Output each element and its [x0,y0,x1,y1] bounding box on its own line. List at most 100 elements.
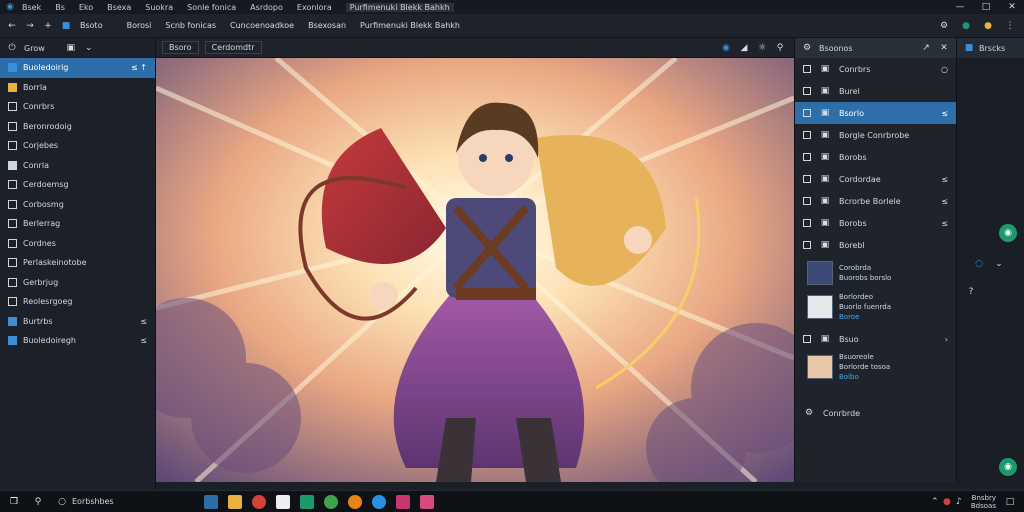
property-item[interactable]: ▣ Borebl [795,234,956,256]
more-icon[interactable]: ⋮ [1004,20,1016,32]
layer-actions[interactable]: ≤ [140,317,147,326]
property-item[interactable]: ▣ Burel [795,80,956,102]
file-explorer-icon[interactable] [228,494,242,509]
menu-item-3[interactable]: Bsexa [107,3,131,12]
taskbar-search-text[interactable]: Eorbshbes [72,497,192,506]
layer-item[interactable]: Berlerrag [0,214,155,234]
rp-footer[interactable]: ⚙ Conrbrde [795,402,956,424]
checkbox[interactable] [803,335,811,343]
layer-item[interactable]: Reolesrgoeg [0,292,155,312]
layer-item[interactable]: Cordnes [0,234,155,254]
app-icon-2[interactable] [276,494,290,509]
checkbox[interactable] [803,87,811,95]
layer-actions[interactable]: ≤ ↑ [131,63,147,72]
checkbox[interactable] [803,131,811,139]
layer-item[interactable]: Corbosmg [0,195,155,215]
checkbox[interactable] [803,241,811,249]
checkbox[interactable] [803,219,811,227]
chevron-down-icon[interactable]: ⌄ [993,258,1005,270]
layer-item[interactable]: Cerdoemsg [0,175,155,195]
toolbar-label-5[interactable]: Purfimenuki Blekk Bahkh [360,21,460,30]
profile-icon[interactable]: ● [982,20,994,32]
property-action[interactable]: ≤ [941,197,948,206]
property-item[interactable]: ▣ Bsorlo ≤ [795,102,956,124]
thumbnail-item[interactable]: Corobrda Buorobs borslo [795,256,956,290]
layer-item[interactable]: Buoledoirig ≤ ↑ [0,58,155,78]
checkbox[interactable] [803,153,811,161]
search-icon[interactable]: ⚲ [32,496,44,508]
browser-icon[interactable] [252,494,266,509]
forward-arrow-icon[interactable]: → [24,20,36,32]
network-icon[interactable]: ● [941,496,953,508]
menu-item-0[interactable]: Bsek [22,3,41,12]
layer-item[interactable]: Corjebes [0,136,155,156]
menu-item-4[interactable]: Suokra [145,3,173,12]
checkbox[interactable] [803,109,811,117]
image-canvas[interactable] [156,58,794,482]
layer-item[interactable]: Borrla [0,78,155,98]
firefox-icon[interactable] [348,494,362,509]
power-icon[interactable]: ⏻ [6,42,18,54]
property-item[interactable]: ▣ Cordordae ≤ [795,168,956,190]
property-item[interactable]: ▣ Borobs [795,146,956,168]
thumbnail-item[interactable]: Borlordeo Buorlo fuenrda Boroe [795,290,956,324]
layer-actions[interactable]: ≤ [140,336,147,345]
help-icon[interactable]: ? [965,286,977,298]
cube-icon[interactable]: ◢ [738,42,750,54]
chevron-down-icon[interactable]: ⌄ [83,42,95,54]
rp-lower-right[interactable]: › [945,335,948,344]
edge-icon[interactable] [372,494,386,509]
add-icon[interactable]: + [42,20,54,32]
menu-item-8[interactable]: Purfimenuki Blekk Bahkh [345,2,454,12]
image-icon[interactable]: ▣ [65,42,77,54]
toolbar-label-0[interactable]: Bsoto [80,21,103,30]
toolbar-label-4[interactable]: Bsexosan [308,21,346,30]
cortana-icon[interactable]: ○ [56,496,68,508]
property-item[interactable]: ▣ Bcrorbe Borlele ≤ [795,190,956,212]
layer-item[interactable]: Buoledoiregh ≤ [0,331,155,351]
menu-item-5[interactable]: Sonle fonica [187,3,236,12]
panel-close-icon[interactable]: ✕ [938,42,950,54]
rp-lower-item[interactable]: ▣ Bsuo › [795,328,956,350]
close-icon[interactable]: ✕ [1006,1,1018,13]
checkbox[interactable] [803,65,811,73]
color-icon[interactable]: ◉ [720,42,732,54]
volume-icon[interactable]: ♪ [953,496,965,508]
folder-icon[interactable]: ■ [60,20,72,32]
sync-icon[interactable]: ● [960,20,972,32]
menu-item-1[interactable]: Bs [55,3,65,12]
app-icon-5[interactable] [420,494,434,509]
minimize-icon[interactable]: — [954,1,966,13]
assistant-button[interactable]: ◉ [999,224,1017,242]
maximize-icon[interactable]: □ [980,1,992,13]
rp-person-item[interactable]: Bsuoreole Borlorde tosoa Bolbo [795,350,956,384]
back-arrow-icon[interactable]: ← [6,20,18,32]
checkbox[interactable] [803,175,811,183]
notification-icon[interactable]: □ [1004,496,1016,508]
layer-item[interactable]: Burtrbs ≤ [0,312,155,332]
pin-icon[interactable]: ↗ [920,42,932,54]
windows-start-icon[interactable]: ❐ [8,496,20,508]
property-action[interactable]: ≤ [941,219,948,228]
menu-item-6[interactable]: Asrdopo [250,3,283,12]
property-item[interactable]: ▣ Conrbrs ○ [795,58,956,80]
clock[interactable]: Bnsbry Bdsoas [971,494,996,510]
chat-button[interactable]: ◉ [999,458,1017,476]
menu-item-2[interactable]: Eko [79,3,93,12]
app-icon-4[interactable] [396,494,410,509]
layer-item[interactable]: Beronrodoig [0,117,155,137]
canvas-tab-1[interactable]: Bsoro [162,41,199,54]
brightness-icon[interactable]: ☼ [756,42,768,54]
canvas-tab-2[interactable]: Cerdomdtr [204,41,262,54]
layer-item[interactable]: Conrbrs [0,97,155,117]
layer-item[interactable]: Perlaskeinotobe [0,253,155,273]
property-action[interactable]: ≤ [941,175,948,184]
checkbox[interactable] [803,197,811,205]
property-action[interactable]: ○ [941,65,948,74]
link-icon[interactable]: ○ [973,258,985,270]
toolbar-label-1[interactable]: Borosi [127,21,152,30]
chrome-icon[interactable] [324,494,338,509]
property-action[interactable]: ≤ [941,109,948,118]
chevron-up-icon[interactable]: ⌃ [929,496,941,508]
app-icon-3[interactable] [300,494,314,509]
